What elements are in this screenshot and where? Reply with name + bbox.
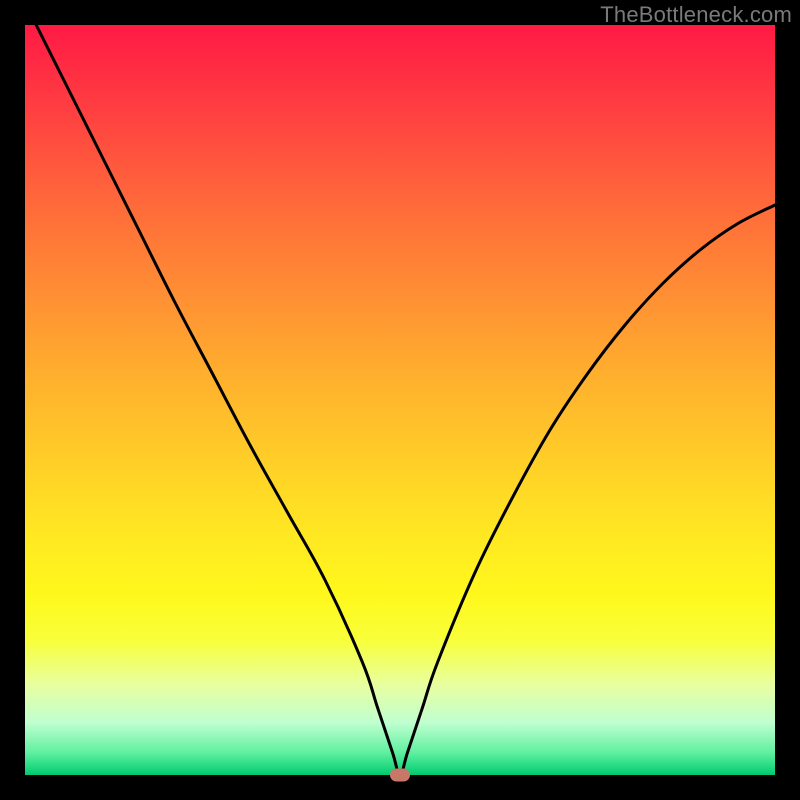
bottleneck-curve	[25, 3, 775, 776]
optimal-point-marker	[390, 769, 410, 782]
curve-svg	[25, 25, 775, 775]
chart-frame: TheBottleneck.com	[0, 0, 800, 800]
watermark-label: TheBottleneck.com	[600, 2, 792, 28]
chart-plot-area	[25, 25, 775, 775]
